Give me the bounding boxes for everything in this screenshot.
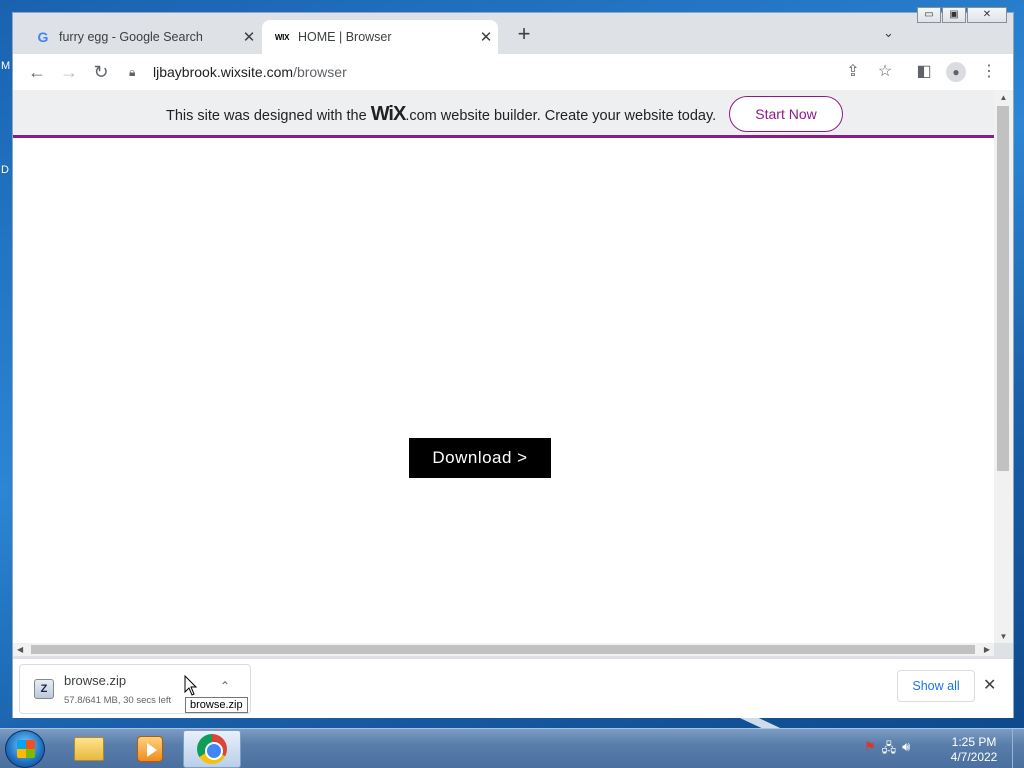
desktop-icon-label: D (1, 164, 9, 176)
tab-search-chevron-icon[interactable]: ⌄ (883, 25, 894, 41)
scroll-left-icon[interactable]: ◀ (17, 643, 23, 656)
clock[interactable]: 1:25 PM 4/7/2022 (940, 735, 1008, 765)
download-file-name: browse.zip (64, 673, 127, 688)
google-icon: G (37, 29, 49, 45)
browser-window: G furry egg - Google Search ✕ WIX HOME |… (12, 7, 1014, 718)
volume-icon[interactable]: 🔊︎ (902, 739, 910, 761)
tab-strip: G furry egg - Google Search ✕ WIX HOME |… (13, 7, 1013, 54)
clock-date: 4/7/2022 (950, 750, 998, 764)
taskbar: ⚑ 🖧︎ 🔊︎ 1:25 PM 4/7/2022 (0, 728, 1024, 768)
tab-close-icon[interactable]: ✕ (474, 28, 498, 46)
wix-logo: WiX (370, 103, 407, 125)
chrome-taskbar-button[interactable] (183, 730, 241, 768)
maximize-button[interactable]: ▣ (942, 7, 966, 23)
clock-time: 1:25 PM (951, 735, 997, 749)
close-window-button[interactable]: ✕ (967, 7, 1007, 23)
media-player-icon (137, 736, 163, 762)
network-icon[interactable]: 🖧︎ (882, 739, 897, 761)
scroll-down-icon[interactable]: ▼ (994, 632, 1013, 641)
start-now-button[interactable]: Start Now (729, 96, 843, 132)
tab-google-search[interactable]: G furry egg - Google Search ✕ (23, 20, 261, 54)
side-panel-icon[interactable]: ◧ (914, 62, 934, 82)
chrome-icon (197, 734, 227, 764)
window-controls: ▭ ▣ ✕ (916, 7, 1007, 25)
tab-title: furry egg - Google Search (59, 30, 203, 44)
download-status: 57.8/641 MB, 30 secs left (64, 695, 172, 706)
browser-toolbar: ← → ↻ 🔒︎ ljbaybrook.wixsite.com/browser … (13, 54, 1013, 90)
windows-explorer-taskbar-button[interactable] (60, 730, 118, 768)
minimize-button[interactable]: ▭ (917, 7, 941, 23)
forward-arrow-icon[interactable]: → (57, 60, 81, 84)
wix-icon: WIX (274, 32, 290, 42)
action-center-flag-icon[interactable]: ⚑ (864, 739, 876, 761)
menu-kebab-icon[interactable]: ⋮ (979, 62, 999, 82)
scrollbar-thumb[interactable] (997, 106, 1009, 471)
scroll-up-icon[interactable]: ▲ (994, 93, 1013, 102)
chevron-up-icon[interactable]: ⌃ (220, 679, 230, 693)
mouse-cursor-icon (184, 675, 198, 696)
system-tray: ⚑ 🖧︎ 🔊︎ (864, 739, 910, 761)
close-shelf-icon[interactable]: ✕ (983, 675, 996, 695)
show-desktop-button[interactable] (1012, 729, 1024, 768)
bookmark-star-icon[interactable]: ☆ (875, 62, 895, 82)
horizontal-scrollbar[interactable]: ◀ ▶ (13, 643, 994, 656)
lock-icon[interactable]: 🔒︎ (129, 65, 145, 80)
tooltip: browse.zip (185, 697, 248, 713)
reload-icon[interactable]: ↻ (89, 60, 113, 84)
desktop-icon-label: M (1, 60, 11, 72)
zip-file-icon: Z (34, 679, 54, 699)
address-bar[interactable]: 🔒︎ ljbaybrook.wixsite.com/browser (123, 58, 893, 86)
windows-logo-icon (17, 740, 35, 758)
tab-home-browser[interactable]: WIX HOME | Browser ✕ (262, 20, 498, 54)
tab-title: HOME | Browser (298, 30, 392, 44)
download-button[interactable]: Download > (409, 438, 551, 478)
wix-promo-banner: This site was designed with the WiX.com … (13, 90, 994, 138)
scroll-right-icon[interactable]: ▶ (984, 643, 990, 656)
wix-banner-text: This site was designed with the WiX.com … (166, 103, 717, 125)
show-all-button[interactable]: Show all (897, 670, 975, 702)
new-tab-button[interactable]: + (512, 23, 536, 47)
back-arrow-icon[interactable]: ← (25, 60, 49, 84)
scrollbar-thumb[interactable] (31, 645, 975, 654)
vertical-scrollbar[interactable]: ▲ ▼ (994, 90, 1013, 643)
url-text[interactable]: ljbaybrook.wixsite.com/browser (153, 64, 347, 80)
share-icon[interactable]: ⇪ (843, 62, 863, 82)
download-shelf: Z browse.zip 57.8/641 MB, 30 secs left ⌃… (13, 658, 1013, 718)
folder-icon (74, 737, 104, 761)
media-player-taskbar-button[interactable] (121, 730, 179, 768)
start-button[interactable] (5, 730, 45, 768)
tab-close-icon[interactable]: ✕ (237, 28, 261, 46)
page-viewport: This site was designed with the WiX.com … (13, 90, 994, 643)
profile-avatar-icon[interactable]: ● (946, 62, 966, 82)
